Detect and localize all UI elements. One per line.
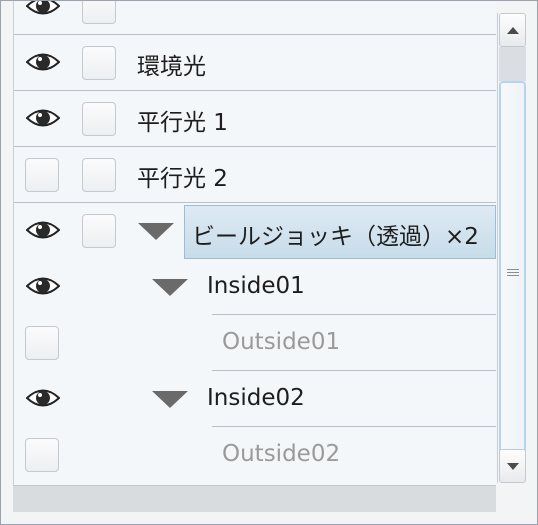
list-item[interactable]: Inside01	[14, 259, 496, 315]
visibility-checkbox[interactable]	[25, 326, 59, 360]
list-item[interactable]: 平行光 2	[14, 147, 496, 203]
scroll-thumb[interactable]	[499, 81, 526, 464]
eye-icon[interactable]	[26, 383, 60, 413]
visibility-checkbox[interactable]	[25, 158, 59, 192]
list-item[interactable]: 平行光 1	[14, 91, 496, 147]
lock-checkbox[interactable]	[82, 1, 116, 24]
layer-label: Inside02	[207, 385, 305, 411]
list-item[interactable]: 環境光	[14, 35, 496, 91]
triangle-down-icon[interactable]	[152, 391, 188, 408]
chevron-up-icon	[506, 26, 519, 34]
layer-label: Outside01	[222, 329, 341, 355]
grip-icon	[506, 269, 519, 276]
chevron-down-icon	[506, 462, 519, 470]
eye-icon[interactable]	[26, 47, 60, 77]
lock-checkbox[interactable]	[82, 158, 116, 192]
list-item-partial[interactable]	[14, 1, 496, 35]
eye-icon[interactable]	[26, 103, 60, 133]
vertical-scrollbar[interactable]	[497, 13, 526, 483]
scroll-corner	[497, 485, 526, 512]
layer-label: ビールジョッキ（透過）×2	[192, 224, 479, 250]
triangle-down-icon[interactable]	[138, 223, 174, 240]
list-item[interactable]: Inside02	[14, 371, 496, 427]
layer-label: 環境光	[137, 54, 206, 80]
layer-label: 平行光 1	[137, 110, 228, 136]
visibility-checkbox[interactable]	[25, 438, 59, 472]
eye-icon[interactable]	[26, 271, 60, 301]
triangle-down-icon[interactable]	[152, 279, 188, 296]
lock-checkbox[interactable]	[82, 46, 116, 80]
list-item[interactable]: Outside02	[14, 427, 496, 483]
layer-label: Inside01	[207, 273, 305, 299]
list-item[interactable]: Outside01	[14, 315, 496, 371]
horizontal-scrollbar[interactable]	[13, 485, 496, 512]
scroll-up-button[interactable]	[499, 13, 526, 47]
list-item-selected[interactable]: ビールジョッキ（透過）×2	[14, 203, 496, 259]
eye-icon[interactable]	[26, 1, 60, 21]
lock-checkbox[interactable]	[82, 214, 116, 248]
scroll-track[interactable]	[499, 47, 526, 81]
eye-icon[interactable]	[26, 215, 60, 245]
layer-label: Outside02	[222, 441, 341, 467]
layer-label: 平行光 2	[137, 166, 228, 192]
scroll-down-button[interactable]	[499, 449, 526, 483]
lock-checkbox[interactable]	[82, 102, 116, 136]
layer-list: 環境光 平行光 1 平行光 2 ビールジョッキ（透過）×2 Inside01 O…	[13, 1, 496, 485]
layer-panel: 環境光 平行光 1 平行光 2 ビールジョッキ（透過）×2 Inside01 O…	[0, 0, 538, 525]
